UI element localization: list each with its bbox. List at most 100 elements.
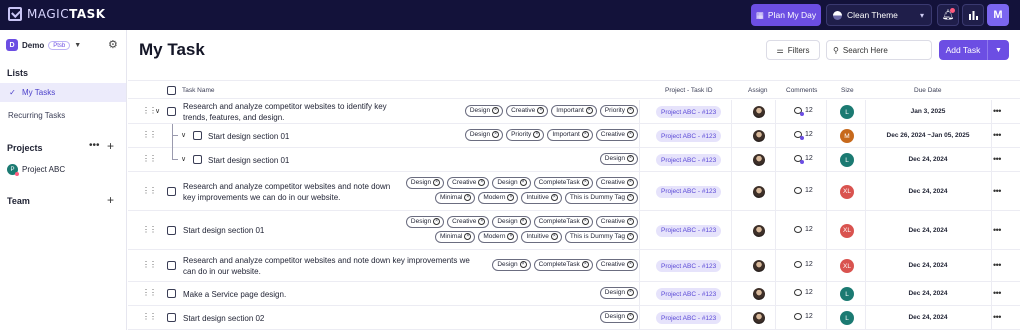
project-task-id[interactable]: Project ABC - #123 <box>656 154 722 166</box>
select-all-checkbox[interactable] <box>167 86 176 95</box>
tag-chip[interactable]: Intuitive × <box>521 230 562 243</box>
task-checkbox[interactable] <box>167 186 176 196</box>
assignee-avatar[interactable] <box>753 224 765 237</box>
close-icon[interactable]: × <box>627 233 634 240</box>
col-assign[interactable]: Assign <box>748 87 768 94</box>
task-name[interactable]: Start design section 01 <box>208 131 289 142</box>
col-task-name[interactable]: Task Name <box>182 87 215 94</box>
close-icon[interactable]: × <box>492 107 500 114</box>
due-date[interactable]: Jan 3, 2025 <box>865 108 991 115</box>
tag-chip[interactable]: Priority × <box>599 104 638 117</box>
tag-chip[interactable]: Minimal × <box>434 191 476 204</box>
task-name[interactable]: Research and analyze competitor websites… <box>183 181 390 203</box>
search-input[interactable] <box>842 45 923 55</box>
close-icon[interactable]: × <box>519 218 527 225</box>
size-badge[interactable]: XL <box>840 184 854 199</box>
project-task-id[interactable]: Project ABC - #123 <box>656 260 722 272</box>
task-name[interactable]: Start design section 01 <box>183 225 264 236</box>
close-icon[interactable]: × <box>507 194 515 201</box>
tag-chip[interactable]: Creative × <box>506 104 549 117</box>
task-checkbox[interactable] <box>193 155 202 164</box>
sidebar-item-recurring-tasks[interactable]: Recurring Tasks <box>0 106 126 125</box>
due-date[interactable]: Dec 24, 2024 <box>865 314 991 321</box>
comments-count[interactable]: 12 <box>794 225 813 233</box>
more-options-icon[interactable]: ••• <box>993 130 1001 140</box>
close-icon[interactable]: × <box>507 233 515 240</box>
tag-chip[interactable]: Important × <box>551 104 597 117</box>
task-checkbox[interactable] <box>193 131 202 140</box>
task-checkbox[interactable] <box>167 225 176 235</box>
size-badge[interactable]: L <box>840 153 854 167</box>
due-date[interactable]: Dec 24, 2024 <box>865 156 991 163</box>
size-badge[interactable]: XL <box>840 223 854 238</box>
assignee-avatar[interactable] <box>753 288 765 300</box>
due-date[interactable]: Dec 24, 2024 <box>865 290 991 297</box>
more-options-icon[interactable]: ••• <box>993 154 1001 164</box>
comments-count[interactable]: 12 <box>794 313 813 320</box>
drag-handle-icon[interactable]: ⋮⋮ <box>142 154 157 163</box>
more-options-icon[interactable]: ••• <box>993 225 1001 235</box>
table-row[interactable]: ⋮⋮ ∨ Start design section 01 Design × Priorit… <box>128 124 1020 148</box>
comments-count[interactable]: 12 <box>794 131 813 140</box>
table-row[interactable]: ⋮⋮ ∨ Start design section 01 Design × Project… <box>128 124 1020 172</box>
comments-count[interactable]: 12 <box>794 289 813 296</box>
tag-chip[interactable]: Creative × <box>447 215 490 228</box>
tag-chip[interactable]: Design × <box>599 310 638 323</box>
close-icon[interactable]: × <box>581 179 589 186</box>
tag-chip[interactable]: CompleteTask × <box>533 176 593 189</box>
drag-handle-icon[interactable]: ⋮⋮ <box>142 288 157 297</box>
close-icon[interactable]: × <box>533 131 541 138</box>
table-row[interactable]: ⋮⋮ ∨ Research and analyze competitor websi… <box>128 100 1020 124</box>
tag-chip[interactable]: Design × <box>599 152 638 165</box>
size-badge[interactable]: L <box>840 105 854 119</box>
plan-my-day-button[interactable]: ▦ Plan My Day <box>751 4 821 26</box>
tag-chip[interactable]: Minimal × <box>434 230 476 243</box>
close-icon[interactable]: × <box>581 261 589 268</box>
workspace-switcher[interactable]: D Demo Ptsb ▼ <box>6 39 81 51</box>
close-icon[interactable]: × <box>537 107 545 114</box>
tag-chip[interactable]: Design × <box>405 215 445 228</box>
task-checkbox[interactable] <box>167 313 176 322</box>
size-badge[interactable]: M <box>840 129 854 143</box>
tag-chip[interactable]: Creative × <box>595 176 638 189</box>
close-icon[interactable]: × <box>464 233 472 240</box>
tag-chip[interactable]: Creative × <box>595 215 638 228</box>
close-icon[interactable]: × <box>627 289 634 296</box>
table-row[interactable]: ⋮⋮ Research and analyze competitor websit… <box>128 172 1020 211</box>
assignee-avatar[interactable] <box>753 260 765 272</box>
task-name[interactable]: Research and analyze competitor websites… <box>183 255 470 277</box>
comments-count[interactable]: 12 <box>794 155 813 164</box>
size-badge[interactable]: L <box>840 311 854 325</box>
tag-chip[interactable]: Design × <box>492 258 531 271</box>
reports-button[interactable] <box>962 4 984 26</box>
assignee-avatar[interactable] <box>753 312 765 324</box>
chevron-down-icon[interactable]: ∨ <box>155 107 160 115</box>
close-icon[interactable]: × <box>581 131 589 138</box>
chevron-down-icon[interactable]: ∨ <box>181 131 186 139</box>
table-row[interactable]: ⋮⋮ Make a Service page design. Design × Proj… <box>128 282 1020 306</box>
close-icon[interactable]: × <box>433 218 441 225</box>
filters-button[interactable]: ⚌ Filters <box>766 40 820 60</box>
app-logo[interactable]: MAGICTASK <box>8 7 106 21</box>
task-name[interactable]: Research and analyze competitor websites… <box>183 101 387 123</box>
tag-chip[interactable]: Creative × <box>595 128 638 141</box>
close-icon[interactable]: × <box>627 194 634 201</box>
col-comments[interactable]: Comments <box>786 87 817 94</box>
project-task-id[interactable]: Project ABC - #123 <box>656 130 722 142</box>
col-size[interactable]: Size <box>841 87 854 94</box>
close-icon[interactable]: × <box>627 155 634 162</box>
assignee-avatar[interactable] <box>753 154 765 166</box>
comments-count[interactable]: 12 <box>794 186 813 194</box>
task-checkbox[interactable] <box>167 107 176 116</box>
tag-chip[interactable]: Design × <box>599 286 638 299</box>
chevron-down-icon[interactable]: ∨ <box>181 155 186 163</box>
close-icon[interactable]: × <box>519 261 527 268</box>
more-options-icon[interactable]: ••• <box>993 288 1001 298</box>
close-icon[interactable]: × <box>550 233 558 240</box>
due-date[interactable]: Dec 24, 2024 <box>865 188 991 195</box>
sidebar-item-project-abc[interactable]: P Project ABC <box>7 164 65 176</box>
project-task-id[interactable]: Project ABC - #123 <box>656 224 722 237</box>
tag-chip[interactable]: Modern × <box>478 230 519 243</box>
close-icon[interactable]: × <box>478 218 486 225</box>
drag-handle-icon[interactable]: ⋮⋮ <box>142 225 157 234</box>
